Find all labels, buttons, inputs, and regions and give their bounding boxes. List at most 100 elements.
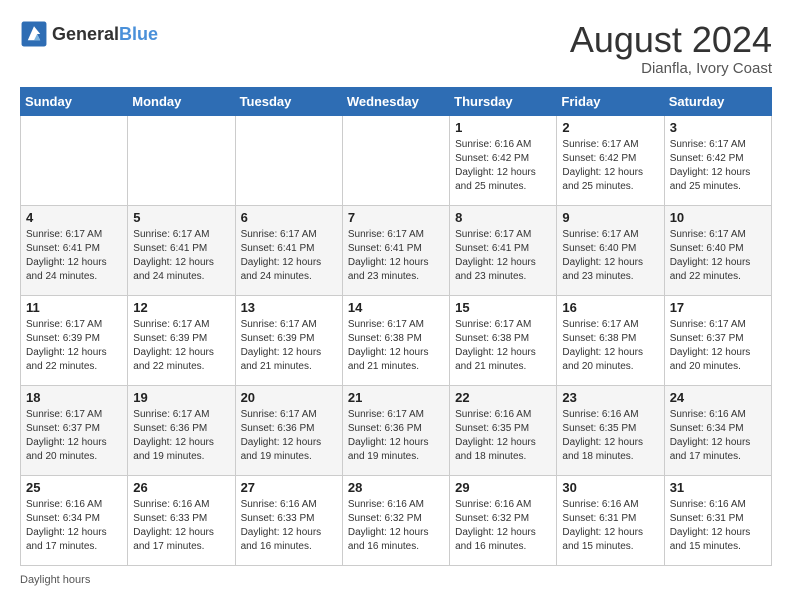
day-number: 4: [26, 210, 122, 225]
day-info: Sunrise: 6:17 AM Sunset: 6:36 PM Dayligh…: [348, 408, 444, 464]
day-info: Sunrise: 6:17 AM Sunset: 6:39 PM Dayligh…: [241, 318, 337, 374]
calendar-day-cell: [342, 115, 449, 205]
day-number: 26: [133, 480, 229, 495]
day-number: 30: [562, 480, 658, 495]
calendar-day-cell: 15Sunrise: 6:17 AM Sunset: 6:38 PM Dayli…: [450, 295, 557, 385]
day-info: Sunrise: 6:16 AM Sunset: 6:33 PM Dayligh…: [133, 498, 229, 554]
calendar-day-cell: 29Sunrise: 6:16 AM Sunset: 6:32 PM Dayli…: [450, 475, 557, 565]
calendar-day-cell: 23Sunrise: 6:16 AM Sunset: 6:35 PM Dayli…: [557, 385, 664, 475]
day-info: Sunrise: 6:16 AM Sunset: 6:31 PM Dayligh…: [562, 498, 658, 554]
logo: GeneralBlue: [20, 20, 158, 48]
day-info: Sunrise: 6:16 AM Sunset: 6:34 PM Dayligh…: [26, 498, 122, 554]
page-header: GeneralBlue August 2024 Dianfla, Ivory C…: [20, 20, 772, 77]
day-number: 10: [670, 210, 766, 225]
calendar-day-cell: 25 Sunrise: 6:16 AM Sunset: 6:34 PM Dayli…: [21, 475, 128, 565]
day-number: 11: [26, 300, 122, 315]
day-number: 21: [348, 390, 444, 405]
calendar-day-cell: 7 Sunrise: 6:17 AM Sunset: 6:41 PM Daylig…: [342, 205, 449, 295]
day-info: Sunrise: 6:16 AM Sunset: 6:31 PM Dayligh…: [670, 498, 766, 554]
day-number: 7: [348, 210, 444, 225]
day-info: Sunrise: 6:17 AM Sunset: 6:38 PM Dayligh…: [562, 318, 658, 374]
weekday-header-friday: Friday: [557, 87, 664, 115]
day-number: 1: [455, 120, 551, 135]
calendar-day-cell: 12 Sunrise: 6:17 AM Sunset: 6:39 PM Dayli…: [128, 295, 235, 385]
day-info: Sunrise: 6:17 AM Sunset: 6:38 PM Dayligh…: [348, 318, 444, 374]
day-number: 5: [133, 210, 229, 225]
weekday-header-tuesday: Tuesday: [235, 87, 342, 115]
calendar-day-cell: 20 Sunrise: 6:17 AM Sunset: 6:36 PM Dayli…: [235, 385, 342, 475]
day-number: 20: [241, 390, 337, 405]
day-number: 31: [670, 480, 766, 495]
day-info: Sunrise: 6:16 AM Sunset: 6:42 PM Dayligh…: [455, 138, 551, 194]
calendar-day-cell: 31 Sunrise: 6:16 AM Sunset: 6:31 PM Dayli…: [664, 475, 771, 565]
day-info: Sunrise: 6:16 AM Sunset: 6:33 PM Dayligh…: [241, 498, 337, 554]
day-number: 17: [670, 300, 766, 315]
day-info: Sunrise: 6:17 AM Sunset: 6:37 PM Dayligh…: [670, 318, 766, 374]
logo-blue: Blue: [119, 24, 158, 44]
day-number: 12: [133, 300, 229, 315]
logo-text: GeneralBlue: [52, 24, 158, 45]
day-info: Sunrise: 6:17 AM Sunset: 6:42 PM Dayligh…: [670, 138, 766, 194]
day-info: Sunrise: 6:17 AM Sunset: 6:41 PM Dayligh…: [26, 228, 122, 284]
calendar-week-row: 1 Sunrise: 6:16 AM Sunset: 6:42 PM Daylig…: [21, 115, 772, 205]
weekday-header-sunday: Sunday: [21, 87, 128, 115]
day-number: 18: [26, 390, 122, 405]
logo-general: General: [52, 24, 119, 44]
day-info: Sunrise: 6:16 AM Sunset: 6:35 PM Dayligh…: [455, 408, 551, 464]
footer-note: Daylight hours: [20, 574, 772, 586]
calendar-day-cell: 9 Sunrise: 6:17 AM Sunset: 6:40 PM Daylig…: [557, 205, 664, 295]
calendar-day-cell: 3 Sunrise: 6:17 AM Sunset: 6:42 PM Daylig…: [664, 115, 771, 205]
day-info: Sunrise: 6:16 AM Sunset: 6:34 PM Dayligh…: [670, 408, 766, 464]
weekday-header-thursday: Thursday: [450, 87, 557, 115]
day-number: 24: [670, 390, 766, 405]
day-info: Sunrise: 6:17 AM Sunset: 6:37 PM Dayligh…: [26, 408, 122, 464]
calendar-day-cell: 1 Sunrise: 6:16 AM Sunset: 6:42 PM Daylig…: [450, 115, 557, 205]
calendar-day-cell: 5Sunrise: 6:17 AM Sunset: 6:41 PM Daylig…: [128, 205, 235, 295]
calendar-day-cell: 6Sunrise: 6:17 AM Sunset: 6:41 PM Daylig…: [235, 205, 342, 295]
weekday-header-wednesday: Wednesday: [342, 87, 449, 115]
day-info: Sunrise: 6:16 AM Sunset: 6:32 PM Dayligh…: [348, 498, 444, 554]
day-number: 28: [348, 480, 444, 495]
calendar-day-cell: 14Sunrise: 6:17 AM Sunset: 6:38 PM Dayli…: [342, 295, 449, 385]
calendar-day-cell: 8Sunrise: 6:17 AM Sunset: 6:41 PM Daylig…: [450, 205, 557, 295]
day-number: 16: [562, 300, 658, 315]
day-number: 22: [455, 390, 551, 405]
calendar-day-cell: [128, 115, 235, 205]
calendar-day-cell: [21, 115, 128, 205]
day-number: 9: [562, 210, 658, 225]
calendar-week-row: 25 Sunrise: 6:16 AM Sunset: 6:34 PM Dayli…: [21, 475, 772, 565]
calendar-day-cell: 24 Sunrise: 6:16 AM Sunset: 6:34 PM Dayli…: [664, 385, 771, 475]
day-number: 25: [26, 480, 122, 495]
calendar-day-cell: 26 Sunrise: 6:16 AM Sunset: 6:33 PM Dayli…: [128, 475, 235, 565]
day-number: 13: [241, 300, 337, 315]
day-number: 3: [670, 120, 766, 135]
calendar-day-cell: 13 Sunrise: 6:17 AM Sunset: 6:39 PM Dayli…: [235, 295, 342, 385]
calendar-day-cell: [235, 115, 342, 205]
day-number: 27: [241, 480, 337, 495]
calendar-day-cell: 10 Sunrise: 6:17 AM Sunset: 6:40 PM Dayli…: [664, 205, 771, 295]
calendar-day-cell: 11 Sunrise: 6:17 AM Sunset: 6:39 PM Dayli…: [21, 295, 128, 385]
day-info: Sunrise: 6:17 AM Sunset: 6:40 PM Dayligh…: [670, 228, 766, 284]
day-info: Sunrise: 6:17 AM Sunset: 6:36 PM Dayligh…: [241, 408, 337, 464]
calendar-header-row: SundayMondayTuesdayWednesdayThursdayFrid…: [21, 87, 772, 115]
weekday-header-saturday: Saturday: [664, 87, 771, 115]
day-info: Sunrise: 6:17 AM Sunset: 6:40 PM Dayligh…: [562, 228, 658, 284]
calendar-table: SundayMondayTuesdayWednesdayThursdayFrid…: [20, 87, 772, 566]
calendar-day-cell: 21 Sunrise: 6:17 AM Sunset: 6:36 PM Dayli…: [342, 385, 449, 475]
day-info: Sunrise: 6:17 AM Sunset: 6:39 PM Dayligh…: [133, 318, 229, 374]
calendar-day-cell: 22 Sunrise: 6:16 AM Sunset: 6:35 PM Dayli…: [450, 385, 557, 475]
calendar-day-cell: 28 Sunrise: 6:16 AM Sunset: 6:32 PM Dayli…: [342, 475, 449, 565]
calendar-day-cell: 17 Sunrise: 6:17 AM Sunset: 6:37 PM Dayli…: [664, 295, 771, 385]
month-year-title: August 2024: [570, 20, 772, 60]
day-info: Sunrise: 6:16 AM Sunset: 6:35 PM Dayligh…: [562, 408, 658, 464]
location-subtitle: Dianfla, Ivory Coast: [570, 60, 772, 77]
calendar-week-row: 18 Sunrise: 6:17 AM Sunset: 6:37 PM Dayli…: [21, 385, 772, 475]
calendar-day-cell: 4 Sunrise: 6:17 AM Sunset: 6:41 PM Daylig…: [21, 205, 128, 295]
day-info: Sunrise: 6:17 AM Sunset: 6:41 PM Dayligh…: [455, 228, 551, 284]
day-info: Sunrise: 6:17 AM Sunset: 6:41 PM Dayligh…: [348, 228, 444, 284]
day-number: 15: [455, 300, 551, 315]
day-info: Sunrise: 6:16 AM Sunset: 6:32 PM Dayligh…: [455, 498, 551, 554]
day-number: 6: [241, 210, 337, 225]
calendar-day-cell: 16 Sunrise: 6:17 AM Sunset: 6:38 PM Dayli…: [557, 295, 664, 385]
day-info: Sunrise: 6:17 AM Sunset: 6:39 PM Dayligh…: [26, 318, 122, 374]
